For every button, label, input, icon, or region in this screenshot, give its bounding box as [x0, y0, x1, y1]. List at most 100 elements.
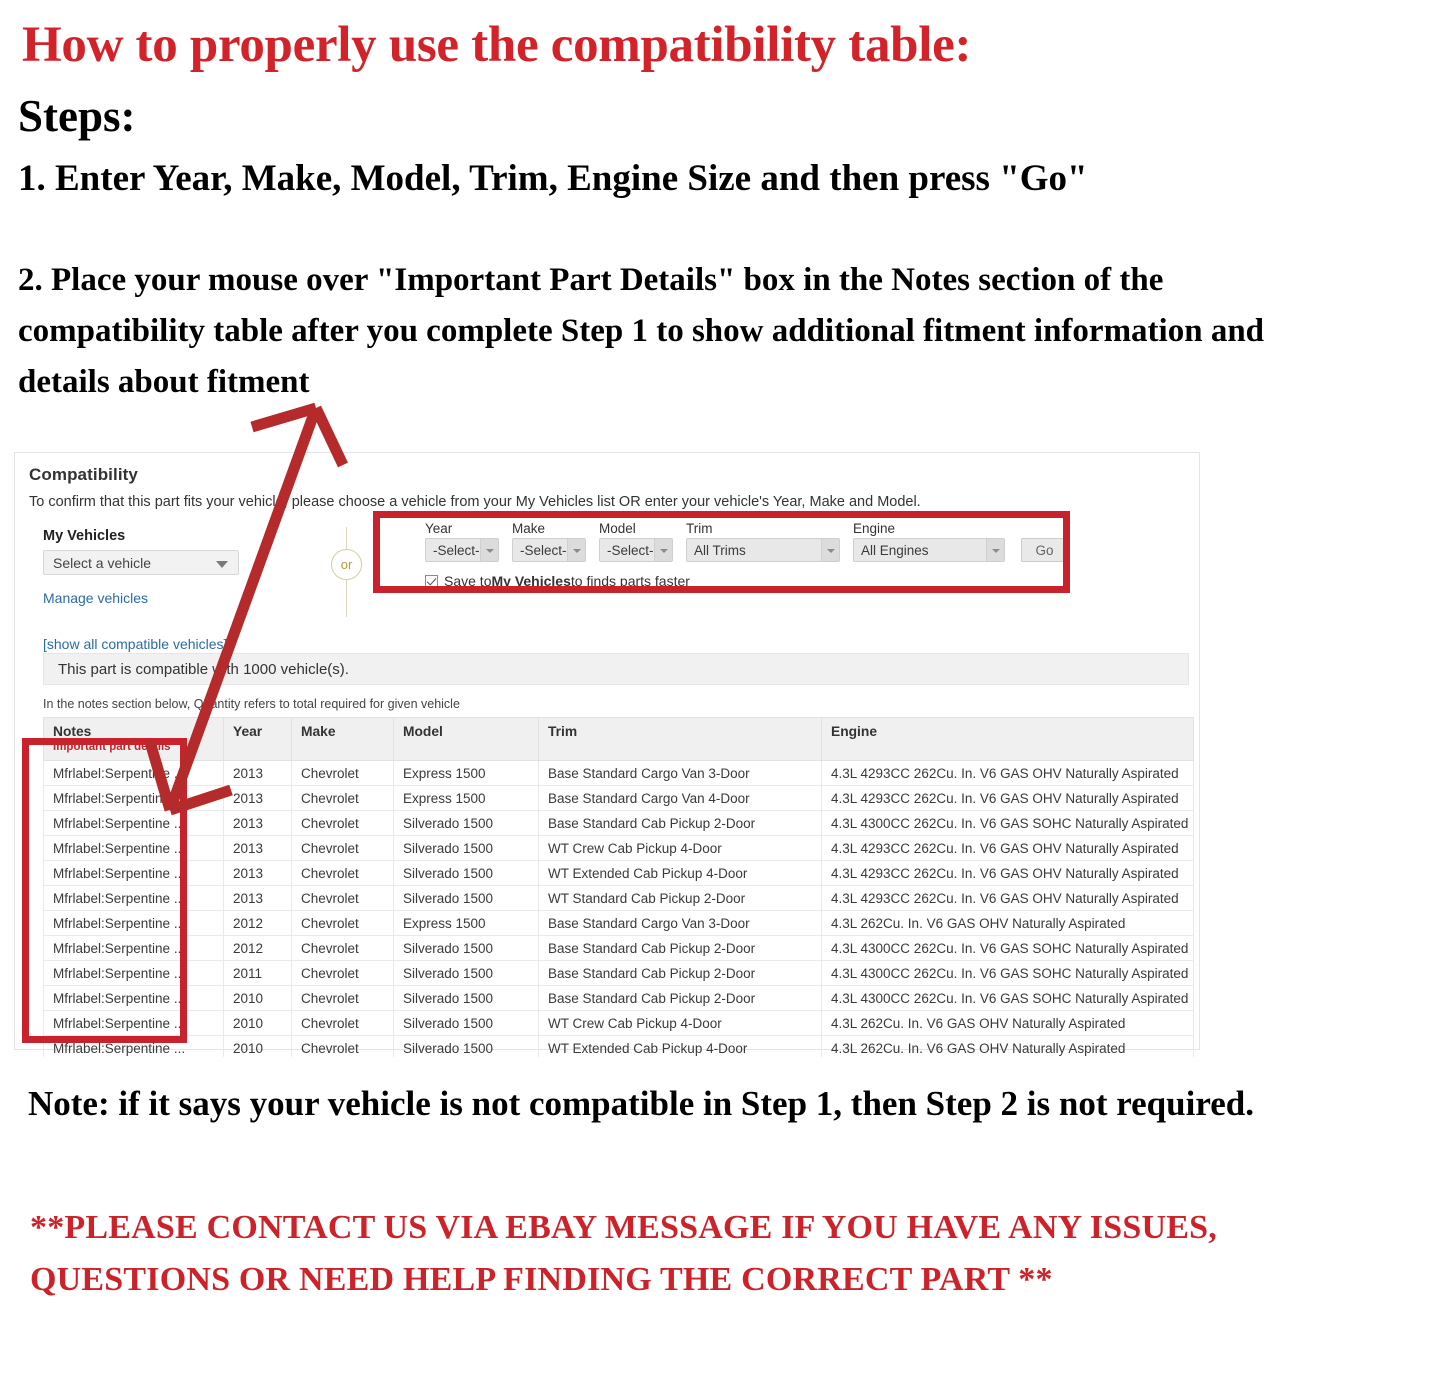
- cell-model: Silverado 1500: [393, 960, 539, 986]
- cell-year: 2011: [223, 960, 292, 986]
- show-all-compatible-vehicles-link[interactable]: [show all compatible vehicles]: [43, 636, 293, 652]
- cell-notes[interactable]: Mfrlabel:Serpentine ...: [43, 910, 224, 936]
- cell-engine: 4.3L 4300CC 262Cu. In. V6 GAS SOHC Natur…: [821, 985, 1194, 1011]
- note-text: Note: if it says your vehicle is not com…: [28, 1084, 1254, 1123]
- cell-model: Express 1500: [393, 760, 539, 786]
- cell-make: Chevrolet: [291, 985, 394, 1011]
- cell-model: Silverado 1500: [393, 935, 539, 961]
- cell-model: Silverado 1500: [393, 835, 539, 861]
- cell-make: Chevrolet: [291, 885, 394, 911]
- vehicle-select[interactable]: Select a vehicle: [43, 550, 239, 575]
- cell-engine: 4.3L 262Cu. In. V6 GAS OHV Naturally Asp…: [821, 910, 1194, 936]
- cell-notes[interactable]: Mfrlabel:Serpentine ...: [43, 860, 224, 886]
- cell-engine: 4.3L 4300CC 262Cu. In. V6 GAS SOHC Natur…: [821, 810, 1194, 836]
- table-row: Mfrlabel:Serpentine ... 2013 Chevrolet Expr…: [43, 785, 1194, 811]
- cell-trim: WT Crew Cab Pickup 4-Door: [538, 1010, 822, 1036]
- cell-year: 2013: [223, 860, 292, 886]
- cell-trim: WT Extended Cab Pickup 4-Door: [538, 860, 822, 886]
- table-row: Mfrlabel:Serpentine ... 2013 Chevrolet Silv…: [43, 835, 1194, 861]
- cell-notes[interactable]: Mfrlabel:Serpentine ...: [43, 835, 224, 861]
- vehicle-select-value: Select a vehicle: [53, 555, 152, 571]
- cell-trim: Base Standard Cab Pickup 2-Door: [538, 960, 822, 986]
- highlight-box-vehicle-form: [373, 511, 1070, 593]
- cell-model: Silverado 1500: [393, 810, 539, 836]
- cell-year: 2012: [223, 935, 292, 961]
- notes-quantity-hint: In the notes section below, Quantity ref…: [43, 697, 460, 711]
- my-vehicles-block: My Vehicles Select a vehicle Manage vehi…: [43, 528, 293, 652]
- table-row: Mfrlabel:Serpentine ... 2013 Chevrolet Silv…: [43, 885, 1194, 911]
- cell-make: Chevrolet: [291, 860, 394, 886]
- cell-make: Chevrolet: [291, 960, 394, 986]
- column-header-year: Year: [223, 717, 292, 761]
- manage-vehicles-link[interactable]: Manage vehicles: [43, 590, 293, 606]
- cell-year: 2013: [223, 760, 292, 786]
- cell-trim: WT Crew Cab Pickup 4-Door: [538, 835, 822, 861]
- contact-text: **PLEASE CONTACT US VIA EBAY MESSAGE IF …: [30, 1209, 1217, 1299]
- table-row: Mfrlabel:Serpentine ... 2013 Chevrolet Silv…: [43, 860, 1194, 886]
- or-badge: or: [331, 549, 362, 580]
- cell-notes[interactable]: Mfrlabel:Serpentine ...: [43, 785, 224, 811]
- cell-engine: 4.3L 262Cu. In. V6 GAS OHV Naturally Asp…: [821, 1010, 1194, 1036]
- compatible-count-banner: This part is compatible with 1000 vehicl…: [43, 653, 1189, 685]
- cell-notes[interactable]: Mfrlabel:Serpentine ...: [43, 985, 224, 1011]
- cell-year: 2013: [223, 835, 292, 861]
- column-header-model: Model: [393, 717, 539, 761]
- table-row: Mfrlabel:Serpentine ... 2013 Chevrolet Expr…: [43, 760, 1194, 786]
- cell-engine: 4.3L 4293CC 262Cu. In. V6 GAS OHV Natura…: [821, 760, 1194, 786]
- table-row: Mfrlabel:Serpentine ... 2012 Chevrolet Expr…: [43, 910, 1194, 936]
- cell-model: Silverado 1500: [393, 885, 539, 911]
- cell-make: Chevrolet: [291, 935, 394, 961]
- cell-notes[interactable]: Mfrlabel:Serpentine ...: [43, 760, 224, 786]
- table-row: Mfrlabel:Serpentine ...2010ChevroletSilv…: [43, 1010, 1194, 1036]
- cell-model: Silverado 1500: [393, 985, 539, 1011]
- column-header-notes: Notes Important part details: [43, 717, 224, 761]
- cell-notes[interactable]: Mfrlabel:Serpentine ...: [43, 1010, 224, 1036]
- cell-make: Chevrolet: [291, 910, 394, 936]
- cell-make: Chevrolet: [291, 760, 394, 786]
- my-vehicles-label: My Vehicles: [43, 528, 126, 544]
- cell-engine: 4.3L 4300CC 262Cu. In. V6 GAS SOHC Natur…: [821, 960, 1194, 986]
- cell-notes[interactable]: Mfrlabel:Serpentine ...: [43, 885, 224, 911]
- table-header-row: Notes Important part details Year Make M…: [43, 717, 1194, 761]
- cell-trim: Base Standard Cab Pickup 2-Door: [538, 985, 822, 1011]
- page-headline: How to properly use the compatibility ta…: [22, 17, 972, 73]
- cell-year: 2013: [223, 810, 292, 836]
- steps-label: Steps:: [18, 91, 136, 141]
- cell-notes[interactable]: Mfrlabel:Serpentine ...: [43, 960, 224, 986]
- column-header-notes-label: Notes: [53, 724, 92, 739]
- cell-trim: Base Standard Cargo Van 3-Door: [538, 760, 822, 786]
- cell-engine: 4.3L 4300CC 262Cu. In. V6 GAS SOHC Natur…: [821, 935, 1194, 961]
- cell-year: 2010: [223, 1010, 292, 1036]
- compatibility-table: Notes Important part details Year Make M…: [43, 717, 1194, 1086]
- table-row: Mfrlabel:Serpentine ... 2013 Chevrolet Silv…: [43, 810, 1194, 836]
- cell-model: Express 1500: [393, 910, 539, 936]
- table-row: Mfrlabel:Serpentine ... 2011 Chevrolet Silv…: [43, 960, 1194, 986]
- cell-engine: 4.3L 4293CC 262Cu. In. V6 GAS OHV Natura…: [821, 785, 1194, 811]
- column-header-make: Make: [291, 717, 394, 761]
- step-one-text: 1. Enter Year, Make, Model, Trim, Engine…: [18, 158, 1088, 199]
- cell-make: Chevrolet: [291, 810, 394, 836]
- column-header-trim: Trim: [538, 717, 822, 761]
- cell-make: Chevrolet: [291, 1010, 394, 1036]
- column-header-notes-sublabel: Important part details: [53, 741, 171, 753]
- cell-engine: 4.3L 4293CC 262Cu. In. V6 GAS OHV Natura…: [821, 835, 1194, 861]
- cell-year: 2012: [223, 910, 292, 936]
- cell-model: Express 1500: [393, 785, 539, 811]
- cell-model: Silverado 1500: [393, 1010, 539, 1036]
- or-divider: or: [324, 527, 370, 617]
- compatibility-table-body: Mfrlabel:Serpentine ... 2013 Chevrolet Expr…: [43, 760, 1194, 1086]
- cell-engine: 4.3L 4293CC 262Cu. In. V6 GAS OHV Natura…: [821, 860, 1194, 886]
- cell-engine: 4.3L 4293CC 262Cu. In. V6 GAS OHV Natura…: [821, 885, 1194, 911]
- step-two-text: 2. Place your mouse over "Important Part…: [18, 262, 1265, 401]
- cell-make: Chevrolet: [291, 785, 394, 811]
- cell-trim: Base Standard Cab Pickup 2-Door: [538, 935, 822, 961]
- cell-notes[interactable]: Mfrlabel:Serpentine ...: [43, 810, 224, 836]
- table-row: Mfrlabel:Serpentine ...2010ChevroletSilv…: [43, 985, 1194, 1011]
- column-header-engine: Engine: [821, 717, 1194, 761]
- cell-notes[interactable]: Mfrlabel:Serpentine ...: [43, 935, 224, 961]
- chevron-down-icon: [216, 561, 228, 568]
- cell-trim: WT Standard Cab Pickup 2-Door: [538, 885, 822, 911]
- cell-make: Chevrolet: [291, 835, 394, 861]
- cell-year: 2013: [223, 785, 292, 811]
- table-row: Mfrlabel:Serpentine ... 2012 Chevrolet Silv…: [43, 935, 1194, 961]
